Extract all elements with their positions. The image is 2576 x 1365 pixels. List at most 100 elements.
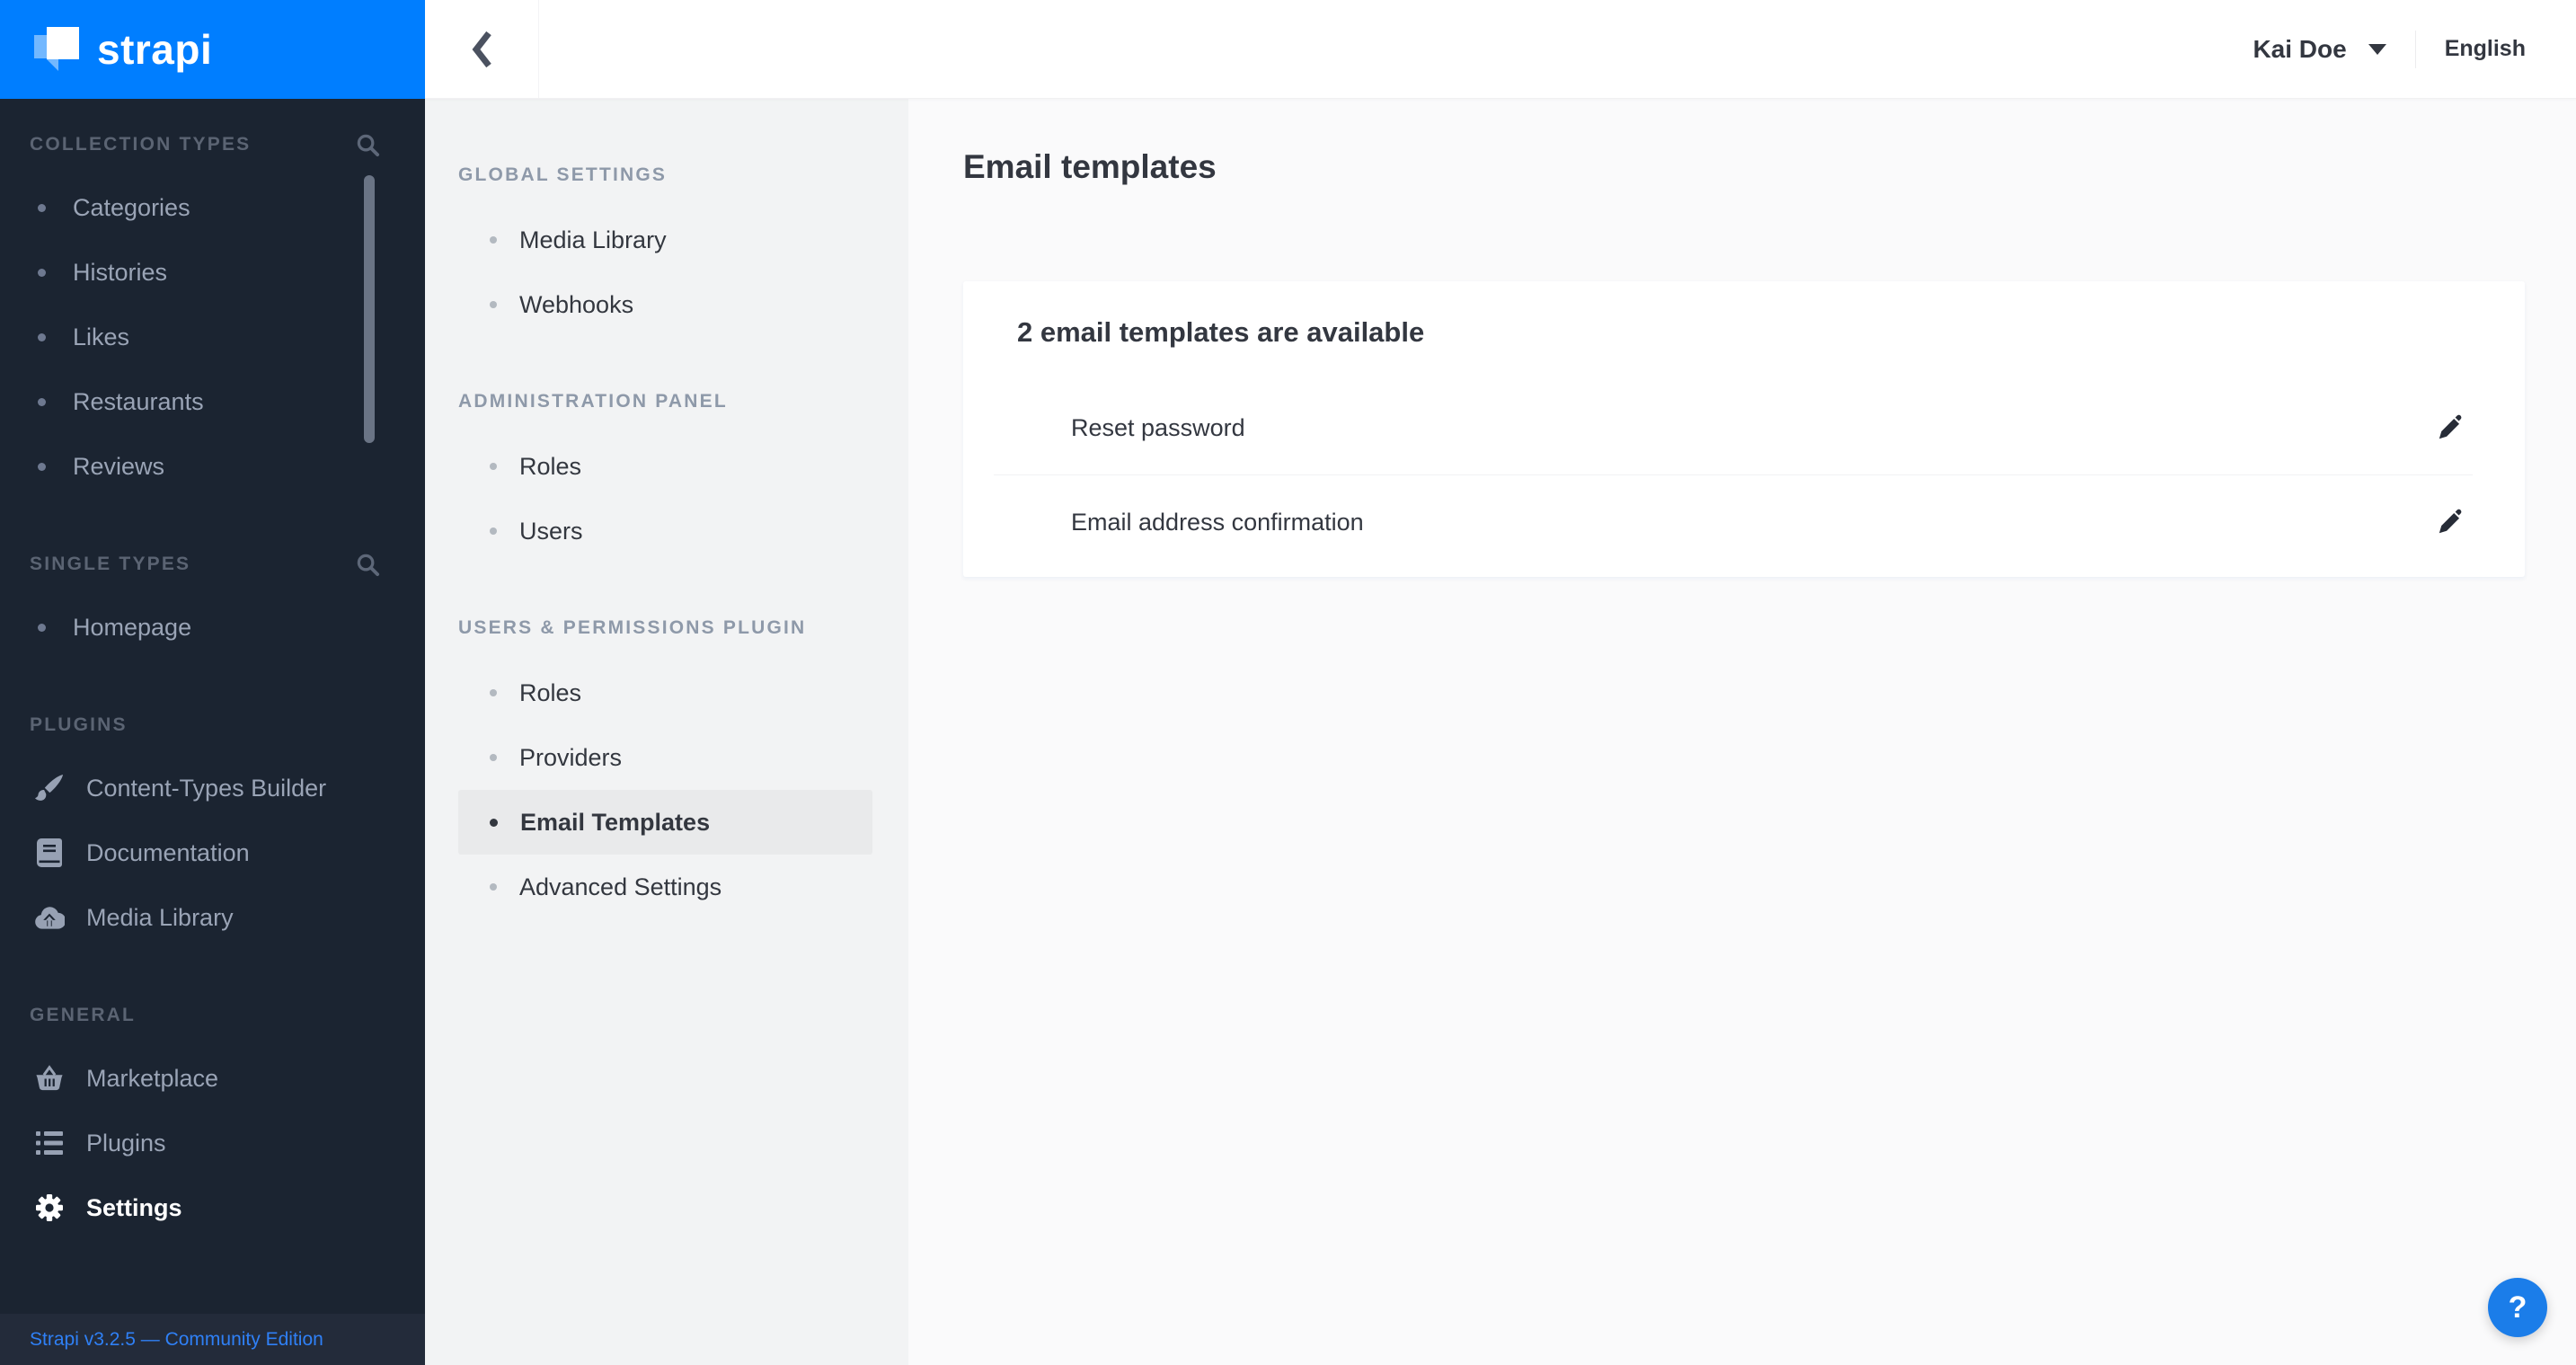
sidebar-item-restaurants[interactable]: Restaurants	[0, 369, 425, 434]
settings-item-label: Roles	[519, 452, 582, 480]
template-row-reset-password[interactable]: Reset password	[963, 381, 2525, 474]
settings-item-providers[interactable]: Providers	[458, 725, 872, 790]
pencil-icon	[2439, 509, 2462, 534]
sidebar-item-marketplace[interactable]: Marketplace	[0, 1046, 425, 1111]
basket-icon	[31, 1064, 68, 1093]
card-heading: 2 email templates are available	[1017, 316, 1425, 348]
paintbrush-icon	[31, 774, 68, 802]
settings-item-advanced-settings[interactable]: Advanced Settings	[458, 855, 872, 919]
plugins-list: Content-Types Builder Documentation Medi…	[0, 756, 425, 950]
main-sidebar: strapi COLLECTION TYPES Categories Histo…	[0, 0, 425, 1365]
sidebar-item-content-types-builder[interactable]: Content-Types Builder	[0, 756, 425, 820]
template-row-email-confirmation[interactable]: Email address confirmation	[963, 475, 2525, 569]
general-list: Marketplace Plugins Settings	[0, 1046, 425, 1240]
edit-email-confirmation-button[interactable]	[2433, 505, 2467, 539]
sidebar-item-label: Content-Types Builder	[86, 774, 327, 802]
sidebar-item-label: Settings	[86, 1193, 182, 1221]
sidebar-item-label: Homepage	[73, 613, 192, 641]
caret-down-icon	[2368, 43, 2386, 55]
sidebar-item-categories[interactable]: Categories	[0, 175, 425, 240]
sidebar-item-label: Categories	[73, 193, 190, 221]
cloud-upload-icon	[31, 905, 68, 930]
template-label: Email address confirmation	[1071, 508, 1364, 536]
sidebar-item-histories[interactable]: Histories	[0, 240, 425, 305]
section-header-collection-types: COLLECTION TYPES	[30, 133, 380, 156]
version-link[interactable]: Strapi v3.2.5 — Community Edition	[30, 1329, 323, 1351]
help-button[interactable]: ?	[2488, 1278, 2547, 1337]
bullet-icon	[490, 463, 497, 470]
sidebar-item-label: Histories	[73, 258, 168, 286]
logo-wordmark: strapi	[97, 26, 213, 73]
settings-section-global: GLOBAL SETTINGS	[458, 164, 668, 185]
settings-item-label: Roles	[519, 678, 582, 706]
sidebar-item-label: Plugins	[86, 1129, 166, 1157]
pencil-icon	[2439, 414, 2462, 439]
settings-item-webhooks[interactable]: Webhooks	[458, 272, 872, 337]
settings-sidebar: GLOBAL SETTINGS Media Library Webhooks A…	[425, 99, 908, 1365]
chevron-left-icon	[472, 31, 491, 67]
bullet-icon	[38, 623, 46, 632]
sidebar-item-settings[interactable]: Settings	[0, 1175, 425, 1240]
settings-section-users-permissions: USERS & PERMISSIONS PLUGIN	[458, 617, 807, 638]
settings-item-admin-roles[interactable]: Roles	[458, 434, 872, 499]
sidebar-item-plugins[interactable]: Plugins	[0, 1111, 425, 1175]
bullet-icon	[38, 397, 46, 406]
settings-item-label: Email Templates	[520, 808, 711, 836]
bullet-icon	[490, 883, 497, 891]
bullet-icon	[490, 689, 497, 696]
sidebar-item-label: Reviews	[73, 452, 165, 480]
question-mark-icon: ?	[2508, 1290, 2527, 1325]
section-label: COLLECTION TYPES	[30, 134, 252, 155]
strapi-logo[interactable]: strapi	[0, 0, 425, 99]
settings-item-email-templates[interactable]: Email Templates	[458, 790, 872, 855]
section-header-general: GENERAL	[30, 1004, 380, 1027]
template-list: Reset password Email address confirmatio…	[963, 381, 2525, 569]
strapi-logo-mark-icon	[34, 27, 79, 71]
search-icon[interactable]	[356, 133, 380, 157]
gear-icon	[31, 1193, 68, 1222]
sidebar-item-media-library[interactable]: Media Library	[0, 885, 425, 950]
bullet-icon	[38, 268, 46, 277]
section-header-single-types: SINGLE TYPES	[30, 553, 380, 576]
sidebar-item-likes[interactable]: Likes	[0, 305, 425, 369]
locale-selector[interactable]: English	[2445, 36, 2526, 62]
edit-reset-password-button[interactable]	[2433, 411, 2467, 445]
sidebar-item-reviews[interactable]: Reviews	[0, 434, 425, 499]
sidebar-item-label: Restaurants	[73, 387, 204, 415]
section-header-plugins: PLUGINS	[30, 714, 380, 737]
sidebar-item-documentation[interactable]: Documentation	[0, 820, 425, 885]
bullet-icon	[490, 301, 497, 308]
search-icon[interactable]	[356, 553, 380, 577]
bullet-icon	[38, 332, 46, 341]
topbar-divider	[2414, 30, 2416, 68]
settings-section-admin-panel: ADMINISTRATION PANEL	[458, 391, 728, 412]
user-menu[interactable]: Kai Doe	[2253, 35, 2386, 64]
topbar-right: Kai Doe English	[2253, 30, 2576, 68]
bullet-icon	[490, 527, 497, 535]
bullet-icon	[38, 462, 46, 471]
sidebar-item-label: Media Library	[86, 903, 234, 931]
section-label: PLUGINS	[30, 714, 128, 735]
topbar: Kai Doe English	[425, 0, 2576, 99]
book-icon	[31, 838, 68, 867]
sidebar-item-homepage[interactable]: Homepage	[0, 595, 425, 660]
settings-item-up-roles[interactable]: Roles	[458, 660, 872, 725]
settings-item-label: Providers	[519, 743, 623, 771]
settings-item-media-library[interactable]: Media Library	[458, 208, 872, 272]
main-content: Email templates 2 email templates are av…	[908, 99, 2576, 1365]
single-types-list: Homepage	[0, 595, 425, 660]
section-label: GENERAL	[30, 1005, 137, 1025]
back-button[interactable]	[425, 0, 539, 98]
bullet-icon	[490, 754, 497, 761]
collection-types-list: Categories Histories Likes Restaurants R…	[0, 175, 425, 499]
app-root: strapi COLLECTION TYPES Categories Histo…	[0, 0, 2576, 1365]
sidebar-item-label: Documentation	[86, 838, 250, 866]
user-name: Kai Doe	[2253, 34, 2347, 63]
sidebar-scrollbar-thumb[interactable]	[364, 175, 375, 443]
sidebar-item-label: Marketplace	[86, 1064, 219, 1092]
settings-item-label: Advanced Settings	[519, 873, 722, 900]
template-label: Reset password	[1071, 413, 1245, 441]
settings-item-admin-users[interactable]: Users	[458, 499, 872, 563]
section-label: SINGLE TYPES	[30, 554, 191, 574]
sidebar-footer: Strapi v3.2.5 — Community Edition	[0, 1314, 425, 1365]
